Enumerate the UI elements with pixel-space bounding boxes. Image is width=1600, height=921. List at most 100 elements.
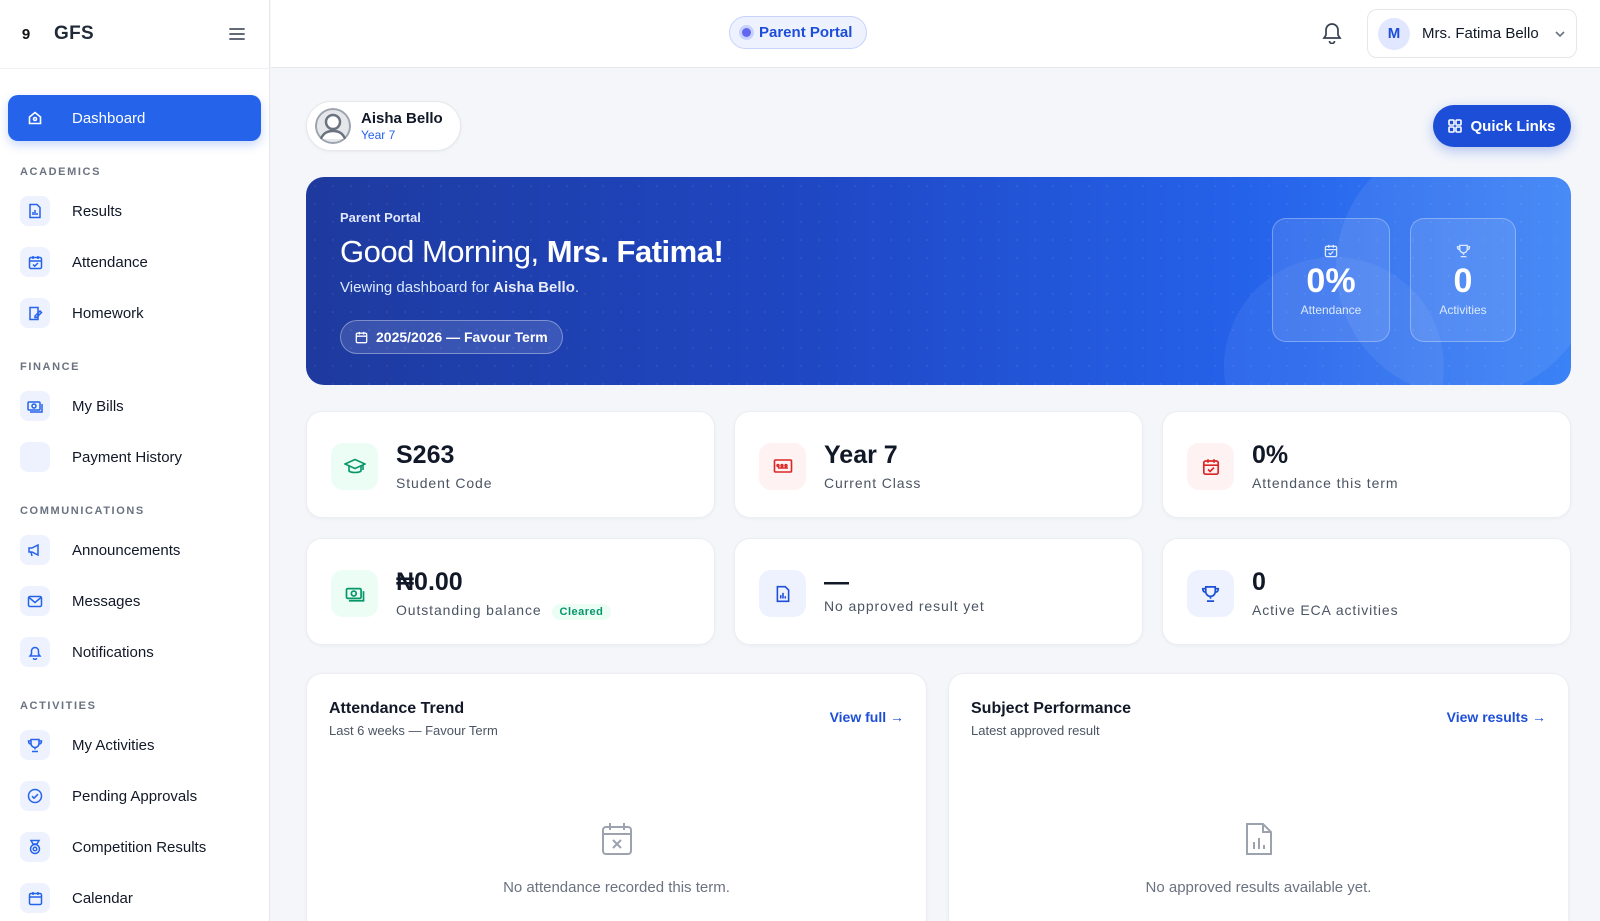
top-bar: Parent Portal M Mrs. Fatima Bello <box>271 0 1600 68</box>
hero-stat-label: Activities <box>1439 302 1487 317</box>
sidebar-item-label: Calendar <box>72 889 133 907</box>
stat-label-row: Outstanding balance Cleared <box>396 602 612 620</box>
bell-icon <box>20 637 50 667</box>
calendar-check-icon <box>1187 443 1234 490</box>
panel-subtitle: Last 6 weeks — Favour Term <box>329 723 498 738</box>
sidebar-item-label: My Bills <box>72 397 124 415</box>
sidebar-item-pending-approvals[interactable]: Pending Approvals <box>8 773 261 819</box>
homework-edit-icon <box>20 298 50 328</box>
user-name: Mrs. Fatima Bello <box>1422 25 1539 42</box>
hero-greeting: Good Morning, Mrs. Fatima! <box>340 234 724 270</box>
calendar-check-icon <box>20 247 50 277</box>
envelope-icon <box>20 586 50 616</box>
quick-links-button[interactable]: Quick Links <box>1433 105 1571 147</box>
stat-card-eca: 0 Active ECA activities <box>1162 538 1571 645</box>
medal-icon <box>20 832 50 862</box>
hero-stat-label: Attendance <box>1300 302 1362 317</box>
sidebar-item-calendar[interactable]: Calendar <box>8 875 261 921</box>
view-results-link[interactable]: View results → <box>1447 709 1546 725</box>
empty-state-text: No attendance recorded this term. <box>503 879 730 896</box>
sidebar-item-label: Dashboard <box>72 109 146 127</box>
payment-history-icon <box>20 442 50 472</box>
stat-value: 0 <box>1252 568 1266 596</box>
report-icon <box>20 196 50 226</box>
brand-logo[interactable]: 9 <box>12 20 40 48</box>
sidebar: 9 GFS Dashboard ACADEMICS Results Attend… <box>0 0 270 921</box>
hero-stat-activities: 0 Activities <box>1410 218 1516 342</box>
brand-header: 9 GFS <box>0 0 269 69</box>
child-avatar-icon <box>315 108 351 144</box>
term-badge[interactable]: 2025/2026 — Favour Term <box>340 320 563 354</box>
stat-card-student-code: S263 Student Code <box>306 411 715 518</box>
stat-value: 0% <box>1252 441 1289 469</box>
graduation-cap-icon <box>331 443 378 490</box>
view-full-link[interactable]: View full → <box>830 709 904 725</box>
greeting-prefix: Good Morning, <box>340 234 539 269</box>
attendance-trend-panel: Attendance Trend Last 6 weeks — Favour T… <box>306 673 927 921</box>
hero-subtitle: Viewing dashboard for Aisha Bello. <box>340 279 579 296</box>
stat-card-current-class: Year 7 Current Class <box>734 411 1143 518</box>
sidebar-item-payment-history[interactable]: Payment History <box>8 434 261 480</box>
user-menu[interactable]: M Mrs. Fatima Bello <box>1367 9 1577 58</box>
chevron-down-icon <box>1554 25 1566 43</box>
empty-state-text: No approved results available yet. <box>1145 879 1372 896</box>
subtitle-prefix: Viewing dashboard for <box>340 279 489 296</box>
stat-value: S263 <box>396 441 455 469</box>
grid-icon <box>1448 119 1463 133</box>
child-year: Year 7 <box>361 128 396 142</box>
sidebar-item-label: Results <box>72 202 123 220</box>
megaphone-icon <box>20 535 50 565</box>
sidebar-item-my-activities[interactable]: My Activities <box>8 722 261 768</box>
sidebar-item-label: My Activities <box>72 736 155 754</box>
brand-name[interactable]: GFS <box>54 23 94 45</box>
sidebar-item-label: Announcements <box>72 541 181 559</box>
stat-card-result: — No approved result yet <box>734 538 1143 645</box>
panel-title: Attendance Trend <box>329 700 465 717</box>
stat-label: No approved result yet <box>824 598 985 614</box>
portal-badge-label: Parent Portal <box>759 24 853 41</box>
money-icon <box>20 391 50 421</box>
sidebar-item-notifications[interactable]: Notifications <box>8 629 261 675</box>
sidebar-item-label: Notifications <box>72 643 154 661</box>
sidebar-item-competition-results[interactable]: Competition Results <box>8 824 261 870</box>
subject-performance-panel: Subject Performance Latest approved resu… <box>948 673 1569 921</box>
portal-badge: Parent Portal <box>729 16 868 49</box>
sidebar-item-label: Attendance <box>72 253 148 271</box>
trophy-icon <box>20 730 50 760</box>
greeting-name: Mrs. Fatima! <box>546 234 724 269</box>
stat-value: ₦0.00 <box>396 568 463 596</box>
report-icon <box>759 570 806 617</box>
sidebar-item-label: Homework <box>72 304 144 322</box>
sidebar-nav: Dashboard ACADEMICS Results Attendance H… <box>0 69 269 921</box>
calendar-icon <box>1324 244 1338 257</box>
child-selector[interactable]: Aisha Bello Year 7 <box>306 101 461 151</box>
stat-label: Current Class <box>824 475 922 491</box>
sidebar-item-my-bills[interactable]: My Bills <box>8 383 261 429</box>
status-badge: Cleared <box>551 604 612 620</box>
stat-card-attendance-term: 0% Attendance this term <box>1162 411 1571 518</box>
stat-label: Active ECA activities <box>1252 602 1399 618</box>
sidebar-item-label: Payment History <box>72 448 183 466</box>
sidebar-item-homework[interactable]: Homework <box>8 290 261 336</box>
nav-section-activities: ACTIVITIES <box>20 700 97 712</box>
sidebar-item-dashboard[interactable]: Dashboard <box>8 95 261 141</box>
subtitle-suffix: . <box>574 279 580 296</box>
quick-links-label: Quick Links <box>1470 117 1556 135</box>
sidebar-item-attendance[interactable]: Attendance <box>8 239 261 285</box>
hero-stat-attendance: 0% Attendance <box>1272 218 1390 342</box>
sidebar-item-label: Pending Approvals <box>72 787 198 805</box>
stat-card-outstanding-balance: ₦0.00 Outstanding balance Cleared <box>306 538 715 645</box>
calendar-icon <box>20 883 50 913</box>
term-label: 2025/2026 — Favour Term <box>376 329 548 345</box>
calendar-icon <box>355 331 368 343</box>
status-dot-icon <box>742 28 751 37</box>
hamburger-menu-icon[interactable] <box>225 22 249 46</box>
child-name: Aisha Bello <box>361 110 443 127</box>
welcome-hero: Parent Portal Good Morning, Mrs. Fatima!… <box>306 177 1571 385</box>
sidebar-item-announcements[interactable]: Announcements <box>8 527 261 573</box>
sidebar-item-results[interactable]: Results <box>8 188 261 234</box>
sidebar-item-label: Competition Results <box>72 838 207 856</box>
nav-section-finance: FINANCE <box>20 361 81 373</box>
sidebar-item-messages[interactable]: Messages <box>8 578 261 624</box>
notifications-bell-icon[interactable] <box>1321 20 1347 46</box>
